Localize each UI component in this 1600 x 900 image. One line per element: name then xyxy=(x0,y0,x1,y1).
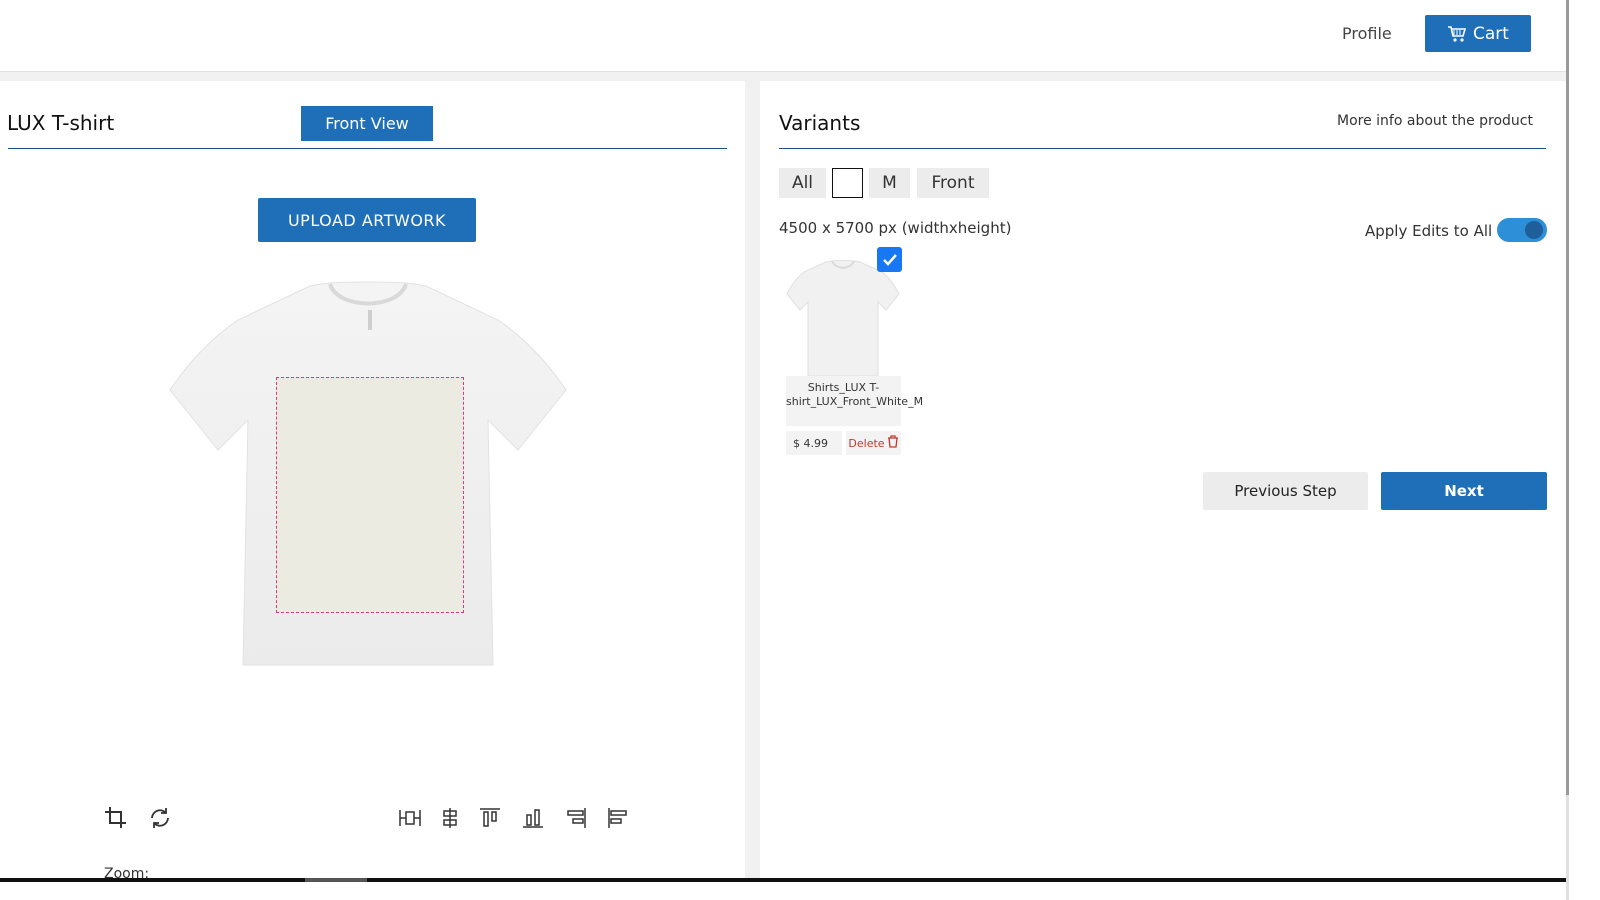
horizontal-scrollbar[interactable] xyxy=(0,878,1566,882)
top-bar: Profile Cart xyxy=(0,0,1566,72)
panel-divider xyxy=(745,81,760,880)
cart-label: Cart xyxy=(1473,23,1509,44)
right-divider-line xyxy=(779,148,1546,149)
filter-all[interactable]: All xyxy=(779,168,826,198)
align-bottom-icon[interactable] xyxy=(519,804,547,832)
variant-thumbnail xyxy=(786,258,900,378)
variant-checkbox[interactable] xyxy=(877,247,902,272)
crop-icon[interactable] xyxy=(102,804,130,832)
cart-icon xyxy=(1447,25,1467,43)
header-gutter xyxy=(0,72,1566,81)
toggle-knob xyxy=(1525,221,1543,239)
align-horizontal-center-icon[interactable] xyxy=(396,804,424,832)
rotate-icon[interactable] xyxy=(146,804,174,832)
align-right-icon[interactable] xyxy=(562,804,590,832)
left-divider-line xyxy=(8,148,727,149)
align-top-icon[interactable] xyxy=(476,804,504,832)
front-view-button[interactable]: Front View xyxy=(301,106,433,141)
previous-step-button[interactable]: Previous Step xyxy=(1203,472,1368,510)
upload-artwork-button[interactable]: UPLOAD ARTWORK xyxy=(258,198,476,242)
profile-link[interactable]: Profile xyxy=(1342,24,1392,43)
delete-label: Delete xyxy=(848,436,885,450)
apply-edits-toggle[interactable] xyxy=(1497,218,1547,242)
page-scrollbar[interactable] xyxy=(1566,0,1600,900)
horizontal-scrollbar-thumb[interactable] xyxy=(305,878,367,882)
trash-icon xyxy=(887,435,899,451)
align-vertical-center-icon[interactable] xyxy=(436,804,464,832)
apply-edits-label: Apply Edits to All xyxy=(1365,222,1493,240)
print-area[interactable] xyxy=(276,377,464,613)
cart-button[interactable]: Cart xyxy=(1425,15,1531,52)
variants-title: Variants xyxy=(779,111,861,135)
variant-price: $ 4.99 xyxy=(786,431,842,455)
variant-delete-button[interactable]: Delete xyxy=(846,431,901,455)
scrollbar-thumb[interactable] xyxy=(1566,0,1569,795)
dimensions-text: 4500 x 5700 px (widthxheight) xyxy=(779,219,1012,237)
product-title: LUX T-shirt xyxy=(7,111,115,135)
filter-color-swatch[interactable] xyxy=(832,168,863,198)
filter-size-m[interactable]: M xyxy=(869,168,910,198)
filter-front[interactable]: Front xyxy=(917,168,989,198)
variant-name: Shirts_LUX T-shirt_LUX_Front_White_M xyxy=(786,376,923,426)
next-button[interactable]: Next xyxy=(1381,472,1547,510)
align-left-icon[interactable] xyxy=(604,804,632,832)
more-info-link[interactable]: More info about the product xyxy=(1337,113,1533,129)
